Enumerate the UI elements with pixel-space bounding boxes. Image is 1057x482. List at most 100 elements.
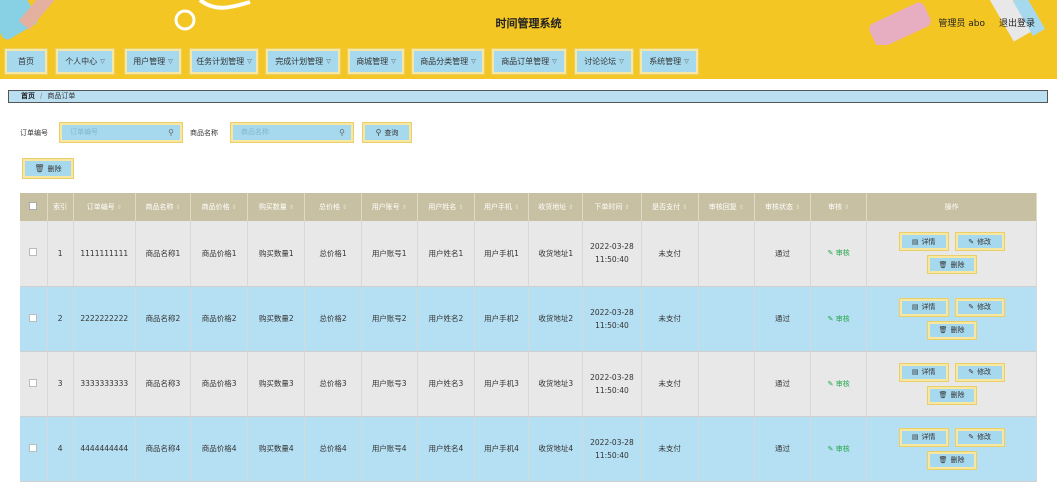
product-name-placeholder: 商品名称 — [241, 128, 269, 136]
cell-price: 商品价格2 — [190, 286, 249, 352]
edit-button[interactable]: ✎ 修改 — [955, 298, 1004, 316]
header-bar: 时间管理系统 管理员 abo 退出登录 — [0, 0, 1057, 45]
nav-item-personal-center[interactable]: 个人中心 ▽ — [56, 49, 114, 74]
column-header[interactable]: 审核状态 ⇕ — [754, 193, 812, 221]
edit-label: 修改 — [977, 368, 992, 376]
nav-item-completed-plan[interactable]: 完成计划管理 ▽ — [266, 49, 340, 74]
cell-order-time: 2022-03-28 11:50:40 — [582, 351, 642, 417]
edit-label: 修改 — [977, 237, 992, 246]
cell-index: 4 — [47, 416, 74, 482]
cell-address: 收货地址4 — [528, 416, 584, 482]
chevron-down-icon: ▽ — [684, 58, 689, 65]
column-header: 索引 — [47, 193, 74, 221]
edit-icon: ✎ — [827, 314, 836, 323]
detail-button[interactable]: ▤ 详情 — [899, 363, 948, 381]
cell-reply — [698, 286, 755, 352]
detail-label: 详情 — [921, 237, 936, 246]
row-checkbox[interactable] — [20, 221, 48, 287]
nav-label: 完成计划管理 — [275, 57, 324, 66]
edit-icon: ✎ — [827, 444, 836, 453]
sort-icon: ⇕ — [458, 204, 464, 211]
search-icon: ⚲ — [375, 128, 382, 137]
review-link[interactable]: ✎ 审核 — [828, 380, 850, 388]
review-link[interactable]: ✎ 审核 — [828, 249, 850, 257]
cell-index: 1 — [47, 221, 74, 287]
sort-icon: ⇕ — [844, 204, 850, 211]
batch-delete-button[interactable]: 🗑 删除 — [23, 159, 73, 178]
cell-review: ✎ 审核 — [810, 286, 868, 352]
sort-icon: ⇕ — [231, 204, 237, 211]
column-header[interactable]: 用户账号 ⇕ — [361, 193, 418, 221]
trash-icon: 🗑 — [938, 391, 948, 399]
row-checkbox[interactable] — [20, 416, 48, 482]
delete-button[interactable]: 🗑 删除 — [927, 451, 976, 469]
column-label: 商品名称 — [145, 203, 174, 211]
edit-button[interactable]: ✎ 修改 — [955, 363, 1004, 381]
cell-account: 用户账号4 — [361, 416, 418, 482]
edit-icon: ✎ — [968, 368, 975, 376]
cell-status: 通过 — [754, 351, 812, 417]
edit-icon: ✎ — [968, 303, 975, 311]
column-header[interactable]: 商品名称 ⇕ — [135, 193, 192, 221]
sort-icon: ⇕ — [624, 204, 630, 211]
logout-link[interactable]: 退出登录 — [999, 16, 1035, 29]
row-checkbox[interactable] — [20, 351, 48, 417]
cell-username: 用户姓名4 — [417, 416, 475, 482]
delete-button[interactable]: 🗑 删除 — [927, 256, 976, 274]
column-header[interactable]: 审核回复 ⇕ — [698, 193, 755, 221]
detail-button[interactable]: ▤ 详情 — [899, 298, 948, 316]
column-header[interactable]: 收货地址 ⇕ — [528, 193, 584, 221]
nav-item-task-plan[interactable]: 任务计划管理 ▽ — [190, 49, 258, 74]
review-link[interactable]: ✎ 审核 — [828, 315, 850, 323]
column-header[interactable]: 审核 ⇕ — [810, 193, 868, 221]
query-button[interactable]: ⚲ 查询 — [363, 123, 411, 142]
detail-label: 详情 — [921, 303, 936, 311]
cell-price: 商品价格1 — [190, 221, 249, 287]
column-header[interactable]: 商品价格 ⇕ — [190, 193, 249, 221]
nav-label: 商城管理 — [356, 57, 389, 66]
breadcrumb-home[interactable]: 首页 — [21, 92, 35, 100]
column-label: 审核 — [828, 203, 843, 211]
product-name-input[interactable]: 商品名称 ⚲ — [231, 123, 353, 142]
nav-item-system[interactable]: 系统管理 ▽ — [640, 49, 698, 74]
delete-button[interactable]: 🗑 删除 — [927, 321, 976, 339]
column-header[interactable]: 用户手机 ⇕ — [474, 193, 530, 221]
column-header[interactable]: 用户姓名 ⇕ — [417, 193, 475, 221]
column-header[interactable]: 订单编号 ⇕ — [73, 193, 136, 221]
cell-order-time: 2022-03-28 11:50:40 — [582, 416, 642, 482]
column-header[interactable]: 购买数量 ⇕ — [247, 193, 306, 221]
detail-icon: ▤ — [911, 303, 919, 311]
detail-icon: ▤ — [911, 237, 919, 246]
nav-item-forum[interactable]: 讨论论坛 ▽ — [575, 49, 633, 74]
edit-button[interactable]: ✎ 修改 — [955, 233, 1004, 251]
nav-item-home[interactable]: 首页 — [5, 49, 47, 74]
nav-item-user-management[interactable]: 用户管理 ▽ — [125, 49, 181, 74]
checkbox-icon — [29, 248, 38, 257]
delete-button[interactable]: 🗑 删除 — [927, 386, 976, 404]
column-header[interactable]: 下单时间 ⇕ — [582, 193, 642, 221]
cell-actions: ▤ 详情 ✎ 修改 🗑 删除 — [866, 286, 1037, 352]
row-checkbox[interactable] — [20, 286, 48, 352]
column-label: 订单编号 — [86, 203, 115, 211]
detail-button[interactable]: ▤ 详情 — [899, 233, 948, 251]
column-header: 操作 — [866, 193, 1037, 221]
cell-qty: 购买数量1 — [247, 221, 306, 287]
column-header[interactable]: 是否支付 ⇕ — [641, 193, 699, 221]
trash-icon: 🗑 — [938, 260, 948, 269]
select-all-checkbox[interactable] — [20, 193, 48, 221]
nav-item-mall[interactable]: 商城管理 ▽ — [348, 49, 404, 74]
order-number-input[interactable]: 订单编号 ⚲ — [60, 123, 182, 142]
breadcrumb-separator: / — [40, 92, 43, 100]
nav-label: 系统管理 — [649, 57, 682, 66]
detail-button[interactable]: ▤ 详情 — [899, 428, 948, 446]
trash-icon: 🗑 — [938, 456, 948, 464]
review-link[interactable]: ✎ 审核 — [828, 445, 850, 453]
cell-phone: 用户手机1 — [474, 221, 530, 287]
edit-button[interactable]: ✎ 修改 — [955, 428, 1004, 446]
order-clock: 11:50:40 — [595, 320, 629, 330]
column-header[interactable]: 总价格 ⇕ — [304, 193, 362, 221]
order-date: 2022-03-28 — [590, 372, 634, 382]
nav-item-orders[interactable]: 商品订单管理 ▽ — [492, 49, 566, 74]
cell-index: 3 — [47, 351, 74, 417]
nav-item-category[interactable]: 商品分类管理 ▽ — [412, 49, 484, 74]
